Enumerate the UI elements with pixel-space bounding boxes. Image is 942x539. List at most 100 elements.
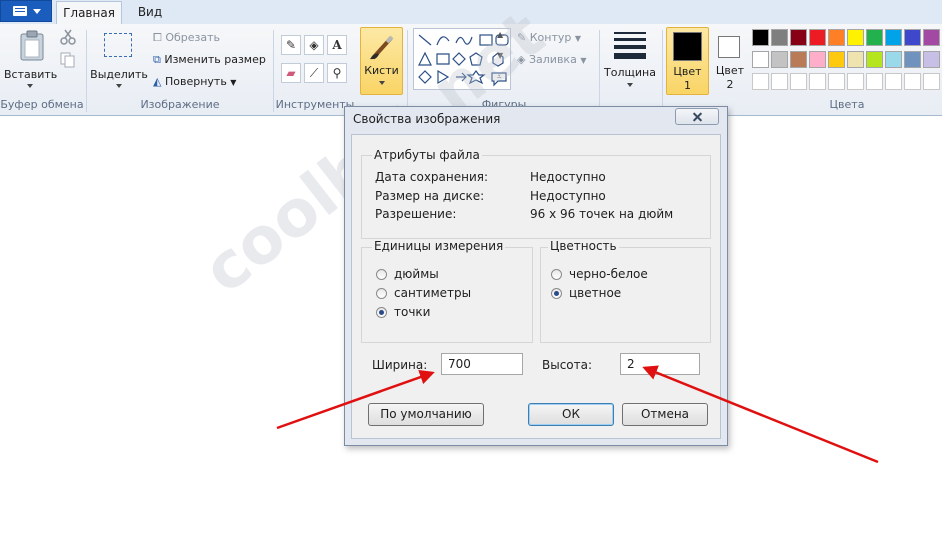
palette-swatch[interactable] xyxy=(904,29,921,46)
chevron-down-icon xyxy=(27,84,33,88)
width-input[interactable]: 700 xyxy=(441,353,523,375)
size-label: Толщина xyxy=(604,66,656,79)
palette-swatch[interactable] xyxy=(847,51,864,68)
color1-button[interactable]: Цвет 1 xyxy=(666,27,709,95)
radio-color[interactable] xyxy=(551,288,562,299)
dialog-title: Свойства изображения xyxy=(353,112,501,126)
colors-option-bw[interactable]: черно-белое xyxy=(550,267,700,281)
file-attributes-title: Атрибуты файла xyxy=(372,148,482,162)
rotate-button[interactable]: ◭ Повернуть ▼ xyxy=(153,73,236,91)
palette-custom-slot[interactable] xyxy=(904,73,921,90)
cancel-button[interactable]: Отмена xyxy=(622,403,708,426)
color-palette xyxy=(752,29,942,95)
units-title: Единицы измерения xyxy=(372,239,506,253)
brush-icon xyxy=(370,35,394,60)
color-picker-tool-icon[interactable]: ⟋ xyxy=(304,63,324,83)
palette-swatch[interactable] xyxy=(904,51,921,68)
chevron-down-icon xyxy=(116,84,122,88)
radio-pixels[interactable] xyxy=(376,307,387,318)
group-separator xyxy=(86,30,87,112)
palette-custom-slot[interactable] xyxy=(885,73,902,90)
app-menu-button[interactable] xyxy=(0,0,52,22)
colors-group-label: Цвета xyxy=(829,98,865,111)
color1-label-line1: Цвет xyxy=(673,65,702,78)
palette-custom-slot[interactable] xyxy=(790,73,807,90)
close-icon[interactable] xyxy=(675,108,719,125)
crop-label: Обрезать xyxy=(165,31,220,44)
paint-menu-icon xyxy=(13,6,27,16)
brushes-button[interactable]: Кисти xyxy=(360,27,403,95)
palette-custom-slot[interactable] xyxy=(866,73,883,90)
image-group-label: Изображение xyxy=(140,98,220,111)
palette-swatch[interactable] xyxy=(752,51,769,68)
palette-swatch[interactable] xyxy=(866,51,883,68)
fill-tool-icon[interactable]: ◈ xyxy=(304,35,324,55)
crop-icon: ⧠ xyxy=(153,31,162,44)
palette-swatch[interactable] xyxy=(771,51,788,68)
select-button[interactable]: Выделить xyxy=(90,28,148,90)
palette-custom-slot[interactable] xyxy=(847,73,864,90)
width-label: Ширина: xyxy=(372,358,428,372)
tab-home[interactable]: Главная xyxy=(56,1,122,24)
palette-swatch[interactable] xyxy=(809,51,826,68)
ok-button[interactable]: ОК xyxy=(528,403,614,426)
resize-icon: ⧉ xyxy=(153,53,161,66)
magnifier-tool-icon[interactable]: ⚲ xyxy=(327,63,347,83)
palette-swatch[interactable] xyxy=(790,51,807,68)
chevron-down-icon xyxy=(379,81,385,85)
palette-swatch[interactable] xyxy=(923,51,940,68)
radio-black-white[interactable] xyxy=(551,269,562,280)
crop-button[interactable]: ⧠ Обрезать xyxy=(153,29,220,47)
palette-custom-slot[interactable] xyxy=(923,73,940,90)
palette-swatch[interactable] xyxy=(847,29,864,46)
size-button[interactable]: Толщина xyxy=(602,28,658,94)
radio-inches[interactable] xyxy=(376,269,387,280)
palette-swatch[interactable] xyxy=(885,51,902,68)
palette-custom-slot[interactable] xyxy=(828,73,845,90)
text-tool-icon[interactable]: A xyxy=(327,35,347,55)
palette-swatch[interactable] xyxy=(828,51,845,68)
palette-swatch[interactable] xyxy=(866,29,883,46)
image-properties-dialog: Свойства изображения Атрибуты файла Дата… xyxy=(344,106,728,446)
chevron-down-icon: ▼ xyxy=(574,34,582,43)
radio-centimeters[interactable] xyxy=(376,288,387,299)
tab-view[interactable]: Вид xyxy=(128,1,172,24)
units-option-pixels[interactable]: точки xyxy=(375,305,525,319)
select-label: Выделить xyxy=(90,68,148,81)
copy-icon[interactable] xyxy=(60,52,76,68)
palette-custom-slot[interactable] xyxy=(771,73,788,90)
colors-option-label: черно-белое xyxy=(569,267,648,281)
palette-swatch[interactable] xyxy=(771,29,788,46)
dialog-client-area: Атрибуты файла Дата сохранения: Недоступ… xyxy=(351,134,721,439)
palette-custom-slot[interactable] xyxy=(752,73,769,90)
palette-swatch[interactable] xyxy=(790,29,807,46)
eraser-tool-icon[interactable]: ▰ xyxy=(281,63,301,83)
palette-custom-slot[interactable] xyxy=(809,73,826,90)
colors-option-color[interactable]: цветное xyxy=(550,286,700,300)
select-rectangle-icon xyxy=(104,33,132,57)
chevron-down-icon xyxy=(33,9,41,14)
units-option-centimeters[interactable]: сантиметры xyxy=(375,286,525,300)
resize-button[interactable]: ⧉ Изменить размер xyxy=(153,51,266,69)
default-button[interactable]: По умолчанию xyxy=(368,403,484,426)
height-input[interactable]: 2 xyxy=(620,353,700,375)
color2-swatch xyxy=(718,36,740,58)
disk-size-value: Недоступно xyxy=(530,189,606,203)
palette-swatch[interactable] xyxy=(828,29,845,46)
palette-swatch[interactable] xyxy=(809,29,826,46)
units-option-inches[interactable]: дюймы xyxy=(375,267,525,281)
paste-label: Вставить xyxy=(4,68,58,81)
color1-label-line2: 1 xyxy=(684,79,691,92)
pencil-tool-icon[interactable]: ✎ xyxy=(281,35,301,55)
paste-button[interactable]: Вставить xyxy=(4,28,58,90)
cut-icon[interactable] xyxy=(60,29,76,45)
palette-swatch[interactable] xyxy=(752,29,769,46)
color2-button[interactable]: Цвет 2 xyxy=(710,27,750,95)
color2-label-line2: 2 xyxy=(726,78,734,91)
palette-swatch[interactable] xyxy=(923,29,940,46)
size-line-thick xyxy=(614,53,646,59)
palette-swatch[interactable] xyxy=(885,29,902,46)
chevron-down-icon: ▼ xyxy=(580,56,587,65)
rotate-label: Повернуть xyxy=(164,75,227,88)
size-line-thin xyxy=(614,32,646,34)
